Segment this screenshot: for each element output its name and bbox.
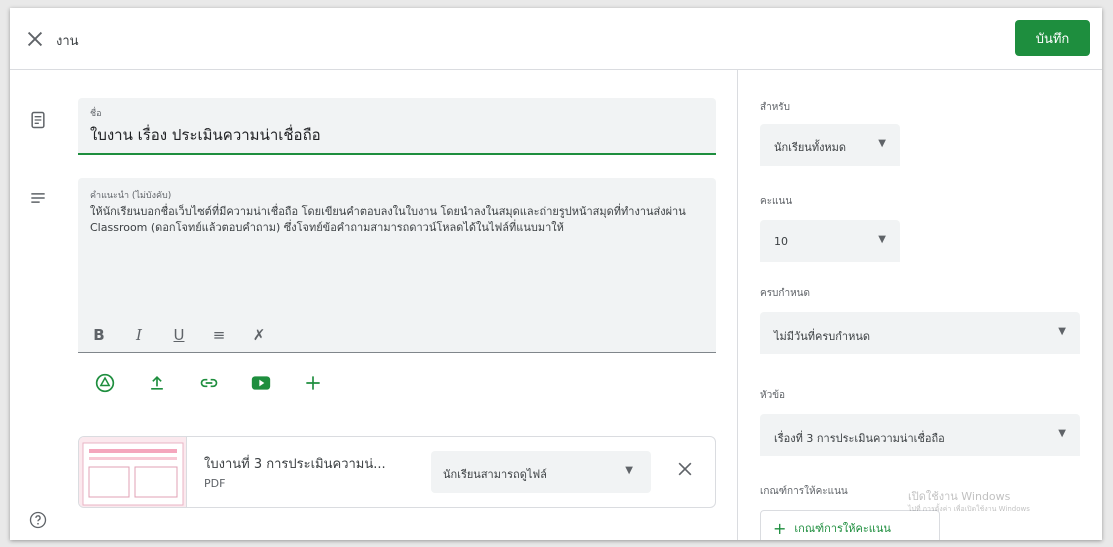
save-button[interactable]: บันทึก [1015, 20, 1090, 56]
for-select[interactable]: นักเรียนทั้งหมด ▼ [760, 124, 900, 166]
title-field-label: ชื่อ [90, 109, 102, 119]
page-title: งาน [56, 34, 79, 49]
chevron-down-icon: ▼ [878, 234, 886, 245]
watermark-line2: ไปที่ การตั้งค่า เพื่อเปิดใช้งาน Windows [908, 505, 1030, 513]
bold-button[interactable]: B [90, 326, 108, 344]
chevron-down-icon: ▼ [625, 465, 633, 476]
attachment-permission-value: นักเรียนสามารถดูไฟล์ [443, 468, 547, 481]
title-field[interactable]: ชื่อ ใบงาน เรื่อง ประเมินความน่าเชื่อถือ [78, 98, 716, 155]
add-rubric-label: เกณฑ์การให้คะแนน [794, 522, 891, 535]
watermark-line1: เปิดใช้งาน Windows [908, 490, 1011, 503]
points-select[interactable]: 10 ▼ [760, 220, 900, 262]
remove-attachment-icon[interactable] [675, 459, 695, 479]
topic-select[interactable]: เรื่องที่ 3 การประเมินความน่าเชื่อถือ ▼ [760, 414, 1080, 456]
underline-button[interactable]: U [170, 326, 188, 344]
plus-icon: + [773, 518, 787, 538]
points-label: คะแนน [760, 196, 793, 207]
topic-value: เรื่องที่ 3 การประเมินความน่าเชื่อถือ [774, 432, 945, 445]
attachment-card[interactable]: ใบงานที่ 3 การประเมินความน่... PDF นักเร… [78, 436, 716, 508]
assignment-editor: งาน บันทึก ชื่อ ใบงาน เรื่อง ประเมินความ… [10, 8, 1102, 540]
title-value[interactable]: ใบงาน เรื่อง ประเมินความน่าเชื่อถือ [90, 123, 321, 147]
assignment-icon [31, 111, 45, 129]
attachment-thumbnail [79, 437, 187, 507]
rubric-label: เกณฑ์การให้คะแนน [760, 486, 848, 497]
due-value: ไม่มีวันที่ครบกำหนด [774, 330, 870, 343]
help-icon[interactable] [28, 510, 48, 530]
chevron-down-icon: ▼ [1058, 326, 1066, 337]
description-field-label: คำแนะนำ (ไม่บังคับ) [90, 191, 172, 201]
due-label: ครบกำหนด [760, 288, 810, 299]
description-icon [31, 193, 45, 203]
top-bar: งาน บันทึก [10, 8, 1102, 70]
format-toolbar: B I U ≡ ✗ [90, 326, 268, 344]
drive-icon[interactable] [94, 372, 116, 394]
topic-label: หัวข้อ [760, 390, 786, 401]
for-label: สำหรับ [760, 102, 791, 113]
attachment-toolbar [94, 372, 324, 394]
main-panel: ชื่อ ใบงาน เรื่อง ประเมินความน่าเชื่อถือ… [10, 70, 737, 540]
attachment-type: PDF [204, 477, 226, 490]
attachment-permission-select[interactable]: นักเรียนสามารถดูไฟล์ ▼ [431, 451, 651, 493]
points-value: 10 [774, 235, 788, 248]
plus-icon[interactable] [302, 372, 324, 394]
clear-format-button[interactable]: ✗ [250, 326, 268, 344]
youtube-icon[interactable] [250, 372, 272, 394]
description-field[interactable]: คำแนะนำ (ไม่บังคับ) ให้นักเรียนบอกชื่อเว… [78, 178, 716, 353]
bullet-list-button[interactable]: ≡ [210, 326, 228, 344]
chevron-down-icon: ▼ [1058, 428, 1066, 439]
due-select[interactable]: ไม่มีวันที่ครบกำหนด ▼ [760, 312, 1080, 354]
description-text[interactable]: ให้นักเรียนบอกชื่อเว็บไซต์ที่มีความน่าเช… [90, 204, 705, 236]
for-value: นักเรียนทั้งหมด [774, 141, 847, 154]
settings-panel: สำหรับ นักเรียนทั้งหมด ▼ คะแนน 10 ▼ ครบก… [737, 70, 1102, 540]
windows-activation-watermark: เปิดใช้งาน Windows ไปที่ การตั้งค่า เพื่… [908, 490, 1030, 516]
upload-icon[interactable] [146, 372, 168, 394]
chevron-down-icon: ▼ [878, 138, 886, 149]
italic-button[interactable]: I [130, 326, 148, 344]
close-icon[interactable] [24, 28, 46, 50]
attachment-name[interactable]: ใบงานที่ 3 การประเมินความน่... [204, 453, 386, 474]
link-icon[interactable] [198, 372, 220, 394]
